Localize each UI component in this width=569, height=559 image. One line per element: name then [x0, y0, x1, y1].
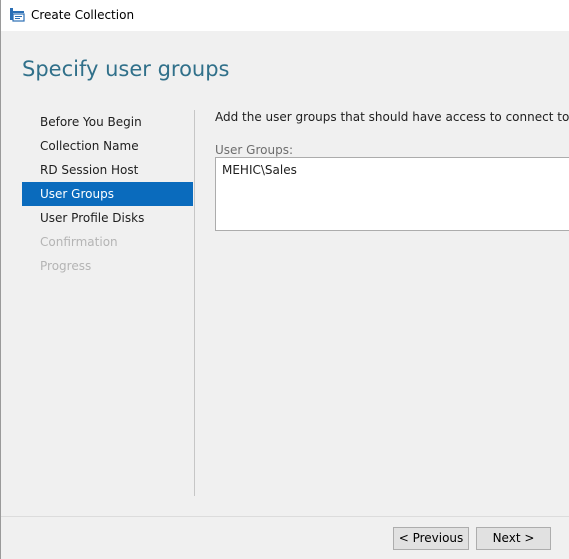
- nav-item-confirmation: Confirmation: [40, 235, 118, 249]
- instruction-text: Add the user groups that should have acc…: [215, 110, 569, 124]
- page-title: Specify user groups: [22, 57, 230, 81]
- next-button[interactable]: Next >: [476, 527, 551, 550]
- user-groups-label: User Groups:: [215, 143, 293, 157]
- nav-divider: [194, 110, 195, 496]
- user-groups-list[interactable]: MEHIC\Sales: [215, 157, 569, 231]
- nav-item-collection-name[interactable]: Collection Name: [22, 134, 193, 158]
- server-manager-icon: [10, 8, 25, 22]
- nav-item-user-profile-disks[interactable]: User Profile Disks: [22, 206, 193, 230]
- nav-item-progress: Progress: [40, 259, 92, 273]
- wizard-nav: Before You Begin Collection Name RD Sess…: [22, 110, 193, 278]
- nav-item-before-you-begin[interactable]: Before You Begin: [22, 110, 193, 134]
- nav-item-rd-session-host[interactable]: RD Session Host: [22, 158, 193, 182]
- nav-item-user-groups[interactable]: User Groups: [22, 182, 193, 206]
- title-bar: Create Collection: [1, 0, 569, 31]
- create-collection-window: Create Collection Specify user groups Be…: [0, 0, 569, 559]
- window-title: Create Collection: [31, 8, 135, 22]
- list-item[interactable]: MEHIC\Sales: [222, 163, 297, 177]
- previous-button[interactable]: < Previous: [393, 527, 469, 550]
